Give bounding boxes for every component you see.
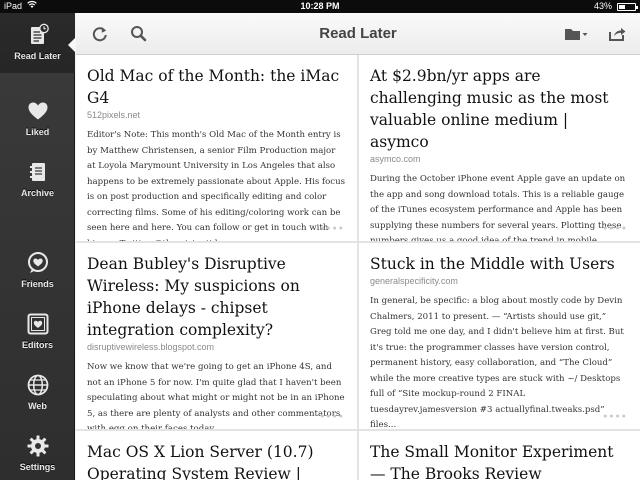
folder-dropdown-icon [565, 29, 588, 40]
article-excerpt: Editor's Note: This month's Old Mac of t… [87, 130, 346, 241]
status-bar: iPad 10:28 PM 43% [0, 0, 640, 13]
battery-percent: 43% [593, 1, 612, 11]
share-button[interactable] [606, 23, 628, 45]
article-domain: disruptivewireless.blogspot.com [87, 342, 215, 352]
sidebar-item-label: Read Later [14, 51, 61, 61]
page-dots: ●●●● [603, 225, 628, 232]
sidebar-item-label: Archive [20, 188, 55, 198]
article-card[interactable]: The Small Monitor Experiment — The Brook… [359, 431, 640, 480]
heart-icon [28, 102, 47, 120]
sidebar-item-editors[interactable]: Editors [0, 302, 75, 362]
folder-menu-button[interactable] [562, 23, 592, 45]
active-indicator [68, 37, 76, 53]
article-card[interactable]: Mac OS X Lion Server (10.7) Operating Sy… [76, 431, 357, 480]
page-dots: ●●●● [603, 413, 628, 420]
article-title: Old Mac of the Month: the iMac G4 [87, 67, 340, 107]
article-excerpt: During the October iPhone event Apple ga… [370, 174, 626, 241]
friends-heart-bubble-icon [27, 252, 48, 273]
article-domain: 512pixels.net [87, 110, 141, 120]
page-dots: ●●●● [320, 225, 345, 232]
page-dots: ●●●● [320, 413, 345, 420]
battery-fill [619, 5, 625, 9]
article-card[interactable]: Dean Bubley's Disruptive Wireless: My su… [76, 243, 357, 429]
article-title: Dean Bubley's Disruptive Wireless: My su… [87, 255, 300, 339]
article-excerpt: In general, be specific: a blog about mo… [370, 296, 624, 429]
sidebar-item-read-later[interactable]: Read Later [0, 13, 76, 73]
article-grid: Old Mac of the Month: the iMac G4 512pix… [76, 55, 640, 480]
gear-icon [27, 435, 48, 457]
sidebar-item-label: Settings [19, 462, 56, 472]
archive-icon [29, 163, 45, 181]
article-title: Stuck in the Middle with Users [370, 255, 615, 273]
article-card[interactable]: At $2.9bn/yr apps are challenging music … [359, 55, 640, 241]
globe-icon [27, 374, 48, 396]
article-domain: generalspecificity.com [370, 276, 458, 286]
sidebar-item-settings[interactable]: Settings [0, 424, 75, 480]
sidebar-item-friends[interactable]: Friends [0, 241, 75, 301]
sidebar: Read Later Liked Archive Friends Editors… [0, 13, 76, 480]
article-card[interactable]: Stuck in the Middle with Users generalsp… [359, 243, 640, 429]
editors-frame-icon [27, 313, 48, 335]
article-title: Mac OS X Lion Server (10.7) Operating Sy… [87, 443, 314, 480]
article-card[interactable]: Old Mac of the Month: the iMac G4 512pix… [76, 55, 357, 241]
article-excerpt: Now we know that we're going to get an i… [87, 362, 345, 429]
top-toolbar: Read Later [76, 13, 640, 55]
sidebar-item-label: Friends [21, 279, 54, 289]
battery-icon [617, 3, 638, 11]
sidebar-item-label: Liked [25, 127, 50, 137]
article-title: At $2.9bn/yr apps are challenging music … [370, 67, 609, 151]
page-title: Read Later [319, 25, 397, 42]
article-title: The Small Monitor Experiment — The Brook… [370, 443, 614, 480]
sidebar-item-archive[interactable]: Archive [0, 150, 75, 210]
article-domain: asymco.com [370, 154, 421, 164]
read-later-icon [30, 23, 49, 44]
sidebar-item-label: Editors [21, 340, 53, 350]
sidebar-item-web[interactable]: Web [0, 363, 75, 423]
clock: 10:28 PM [300, 1, 340, 11]
sidebar-item-label: Web [28, 401, 47, 411]
sidebar-item-liked[interactable]: Liked [0, 89, 75, 149]
share-icon [609, 28, 626, 41]
